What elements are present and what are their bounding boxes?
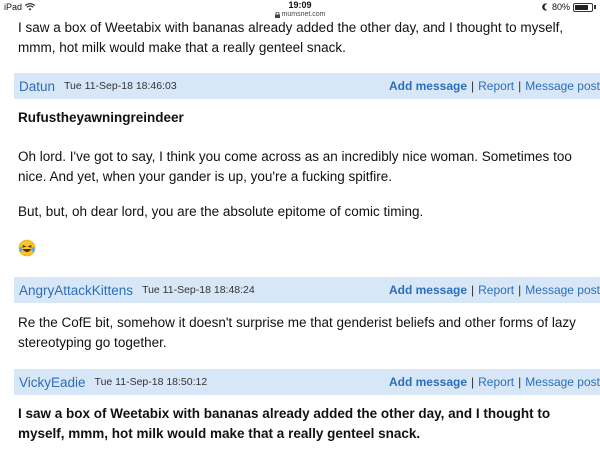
lock-icon: [274, 11, 280, 18]
moon-icon: [542, 3, 548, 11]
post-timestamp: Tue 11-Sep-18 18:48:24: [142, 284, 255, 296]
post-author[interactable]: AngryAttackKittens: [19, 283, 133, 298]
previous-post-text: I saw a box of Weetabix with bananas alr…: [18, 20, 564, 55]
report-link[interactable]: Report: [478, 375, 514, 389]
post-actions: Add message | Report | Message post: [389, 369, 600, 395]
post-paragraph: I saw a box of Weetabix with bananas alr…: [18, 406, 551, 441]
battery-icon: [573, 2, 593, 12]
report-link[interactable]: Report: [478, 283, 514, 297]
post-author[interactable]: Datun: [19, 79, 55, 94]
post-actions: Add message | Report | Message post: [389, 73, 600, 99]
add-message-link[interactable]: Add message: [389, 283, 467, 297]
battery-percent: 80%: [551, 2, 570, 12]
status-bar: iPad 19:09 mumsnet.com 80%: [0, 0, 600, 18]
add-message-link[interactable]: Add message: [389, 79, 467, 93]
quoted-username: Rufustheyawningreindeer: [18, 110, 184, 125]
battery-tip: [594, 5, 596, 9]
add-message-link[interactable]: Add message: [389, 375, 467, 389]
separator: |: [471, 79, 475, 93]
message-poster-link[interactable]: Message post: [525, 375, 600, 389]
status-right: 80%: [542, 2, 596, 12]
post-paragraph: But, but, oh dear lord, you are the abso…: [18, 204, 424, 219]
post-author[interactable]: VickyEadie: [19, 375, 86, 390]
post-paragraph: Oh lord. I've got to say, I think you co…: [18, 149, 572, 184]
post-actions: Add message | Report | Message post: [389, 277, 600, 303]
clock: 19:09: [288, 0, 312, 10]
separator: |: [471, 375, 475, 389]
battery-fill: [575, 4, 588, 10]
post-header-datun: Datun Tue 11-Sep-18 18:46:03 Add message…: [14, 73, 600, 99]
separator: |: [518, 283, 522, 297]
separator: |: [471, 283, 475, 297]
post-timestamp: Tue 11-Sep-18 18:50:12: [94, 376, 208, 388]
post-paragraph: Re the CofE bit, somehow it doesn't surp…: [18, 315, 576, 350]
message-poster-link[interactable]: Message post: [525, 283, 600, 297]
report-link[interactable]: Report: [478, 79, 514, 93]
post-header-angryattackkittens: AngryAttackKittens Tue 11-Sep-18 18:48:2…: [14, 277, 600, 303]
post-header-vickyeadie: VickyEadie Tue 11-Sep-18 18:50:12 Add me…: [14, 369, 600, 395]
separator: |: [518, 375, 522, 389]
status-center: 19:09 mumsnet.com: [0, 1, 600, 19]
post-timestamp: Tue 11-Sep-18 18:46:03: [64, 80, 177, 92]
separator: |: [518, 79, 522, 93]
laughing-crying-emoji-icon: [18, 239, 36, 257]
message-poster-link[interactable]: Message post: [525, 79, 600, 93]
